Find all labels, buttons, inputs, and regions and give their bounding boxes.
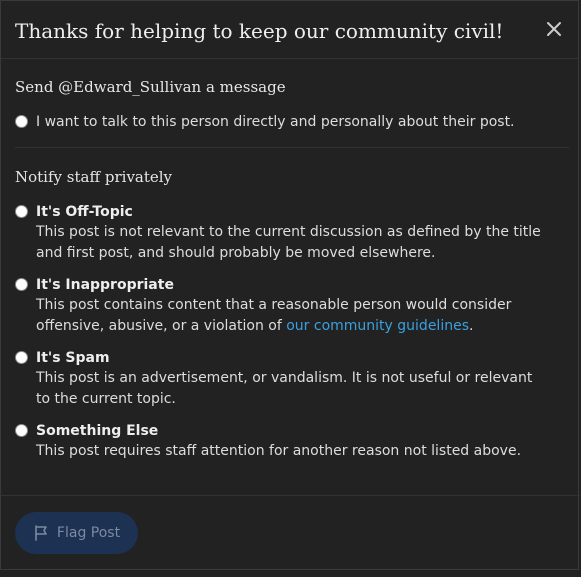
flag-modal: Thanks for helping to keep our community… (0, 0, 580, 570)
inappropriate-label: It's Inappropriate (36, 277, 174, 293)
off-topic-label: It's Off-Topic (36, 204, 133, 220)
off-topic-desc-line2: and first post, and should probably be m… (36, 245, 436, 261)
radio-message-user[interactable] (15, 115, 28, 128)
community-guidelines-link[interactable]: our community guidelines (286, 318, 469, 334)
spam-desc-line1: This post is an advertisement, or vandal… (36, 370, 533, 386)
message-user-label: I want to talk to this person directly a… (36, 114, 515, 130)
inappropriate-desc-line1: This post contains content that a reason… (36, 297, 512, 313)
radio-off-topic[interactable] (15, 205, 28, 218)
something-else-label: Something Else (36, 423, 159, 439)
section-divider (15, 147, 569, 148)
inappropriate-desc-text: offensive, abusive, or a violation of (36, 318, 287, 334)
radio-something-else[interactable] (15, 424, 28, 437)
footer-divider (1, 495, 580, 496)
inappropriate-description: This post contains content that a reason… (36, 295, 546, 337)
modal-header: Thanks for helping to keep our community… (1, 1, 578, 59)
inappropriate-desc-period: . (469, 318, 474, 334)
inappropriate-desc-line2: offensive, abusive, or a violation of ou… (36, 316, 546, 337)
close-icon (547, 22, 561, 36)
close-button[interactable] (542, 17, 566, 41)
message-section-title: Send @Edward_Sullivan a message (15, 78, 286, 96)
flag-post-button[interactable]: Flag Post (15, 512, 138, 554)
radio-inappropriate[interactable] (15, 278, 28, 291)
something-else-desc-line1: This post requires staff attention for a… (36, 443, 522, 459)
spam-label: It's Spam (36, 350, 110, 366)
flag-post-label: Flag Post (56, 525, 121, 541)
flag-icon (35, 525, 47, 541)
off-topic-description: This post is not relevant to the current… (36, 222, 546, 264)
spam-desc-line2: to the current topic. (36, 391, 176, 407)
notify-section-title: Notify staff privately (15, 168, 173, 186)
modal-title: Thanks for helping to keep our community… (15, 19, 504, 43)
spam-description: This post is an advertisement, or vandal… (36, 368, 546, 410)
off-topic-desc-line1: This post is not relevant to the current… (36, 224, 541, 240)
something-else-description: This post requires staff attention for a… (36, 441, 546, 462)
radio-spam[interactable] (15, 351, 28, 364)
